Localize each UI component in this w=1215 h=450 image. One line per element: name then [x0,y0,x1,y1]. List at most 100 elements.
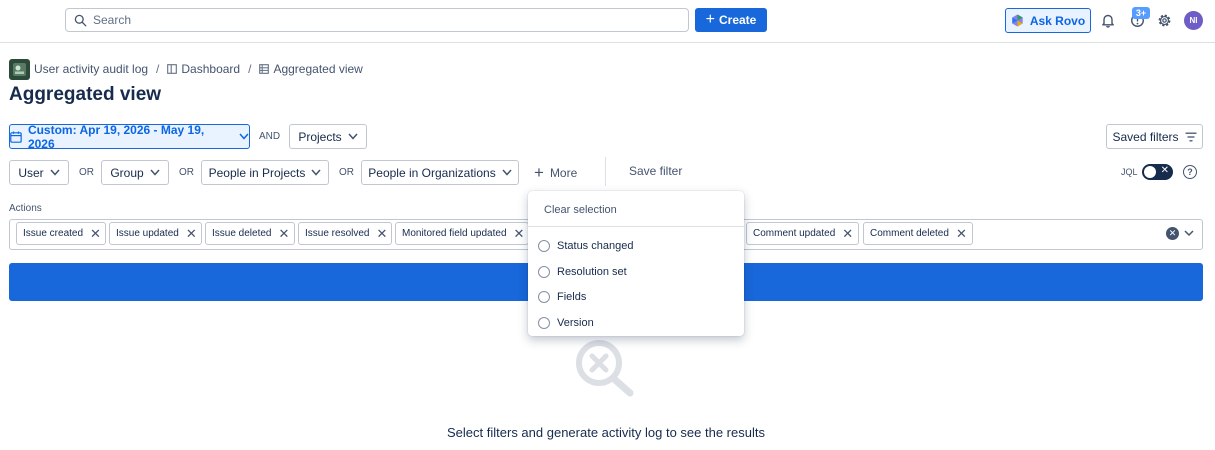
project-avatar-icon [9,58,30,80]
dashboard-icon [167,64,178,74]
breadcrumb-separator: / [156,62,160,76]
date-range-label: Custom: Apr 19, 2026 - May 19, 2026 [27,122,205,151]
clear-selection-button[interactable]: Clear selection [544,204,617,216]
breadcrumb: User activity audit log / Dashboard / Ag… [9,58,363,80]
action-chip-label: Issue updated [116,228,179,239]
or-conjunction: OR [179,167,194,178]
jql-toggle[interactable]: ✕ [1142,164,1173,180]
close-icon: ✕ [1160,165,1169,176]
user-filter-button[interactable]: User [9,160,69,185]
save-filter-button[interactable]: Save filter [629,164,682,178]
chevron-down-icon [50,169,60,176]
remove-chip-icon[interactable]: ✕ [279,227,290,240]
radio-button[interactable] [538,291,550,303]
notifications-bell-icon[interactable] [1100,12,1116,28]
create-button[interactable]: + Create [695,8,767,32]
action-chip: Monitored field updated ✕ [395,222,529,245]
user-avatar[interactable]: NI [1184,11,1203,30]
remove-chip-icon[interactable]: ✕ [956,227,967,240]
and-conjunction: AND [259,131,281,142]
breadcrumb-separator: / [248,62,252,76]
more-label: More [549,165,578,180]
plus-icon: + [705,11,715,28]
ask-rovo-label: Ask Rovo [1029,13,1086,28]
no-results-search-icon [576,340,634,397]
divider [528,226,744,227]
dropdown-option-label: Version [557,317,594,329]
date-range-picker[interactable]: Custom: Apr 19, 2026 - May 19, 2026 [9,122,250,151]
action-chip-label: Issue resolved [305,228,370,239]
empty-state-message: Select filters and generate activity log… [447,425,765,440]
jql-toggle-label: JQL [1121,167,1138,177]
chevron-down-icon [502,169,512,176]
chevron-down-icon [150,169,160,176]
search-icon [74,14,87,26]
chevron-down-icon [348,133,358,140]
more-filters-button[interactable]: + More [534,160,590,185]
create-label: Create [718,13,757,27]
remove-chip-icon[interactable]: ✕ [186,227,197,240]
remove-chip-icon[interactable]: ✕ [514,227,525,240]
plus-icon: + [534,163,544,182]
group-filter-label: Group [110,165,144,180]
help-icon[interactable]: ? [1183,165,1197,179]
radio-button[interactable] [538,317,550,329]
chevron-down-icon[interactable] [1183,227,1195,239]
notification-count-badge: 3+ [1132,7,1150,19]
projects-label: Projects [298,129,342,144]
people-in-organizations-filter-button[interactable]: People in Organizations [361,160,519,185]
or-conjunction: OR [79,167,94,178]
remove-chip-icon[interactable]: ✕ [376,227,387,240]
page-title: Aggregated view [9,84,162,105]
action-chip: Issue updated ✕ [109,222,202,245]
action-chip-label: Issue deleted [212,228,272,239]
user-filter-label: User [18,165,44,180]
radio-button[interactable] [538,240,550,252]
more-filters-dropdown: Clear selection Status changed Resolutio… [528,191,744,336]
radio-button[interactable] [538,266,550,278]
remove-chip-icon[interactable]: ✕ [842,227,853,240]
clear-all-icon[interactable]: ✕ [1166,227,1179,240]
action-chip: Issue created ✕ [16,222,106,245]
dropdown-option-fields[interactable]: Fields [538,288,586,306]
divider [605,157,606,186]
breadcrumb-item-dashboard[interactable]: Dashboard [167,62,240,76]
breadcrumb-dashboard-label: Dashboard [181,62,241,76]
search-field[interactable] [65,8,689,32]
actions-label: Actions [9,203,42,214]
action-chip-label: Comment deleted [870,228,949,239]
search-input[interactable] [93,13,673,27]
people-in-projects-filter-button[interactable]: People in Projects [201,160,329,185]
list-view-icon [259,64,270,74]
dropdown-option-label: Status changed [557,240,634,252]
ask-rovo-button[interactable]: Ask Rovo [1005,8,1091,33]
breadcrumb-item-project[interactable]: User activity audit log [34,62,148,76]
people-in-orgs-label: People in Organizations [368,165,496,180]
calendar-icon [10,131,22,143]
dropdown-option-label: Fields [557,291,587,303]
dropdown-option-label: Resolution set [557,266,627,278]
action-chip: Comment deleted ✕ [863,222,973,245]
saved-filters-button[interactable]: Saved filters [1106,124,1203,149]
action-chip: Issue deleted ✕ [205,222,295,245]
action-chip-label: Issue created [23,228,84,239]
saved-filters-label: Saved filters [1112,129,1179,144]
action-chip: Comment updated ✕ [746,222,859,245]
remove-chip-icon[interactable]: ✕ [90,227,101,240]
chevron-down-icon [311,169,321,176]
people-in-projects-label: People in Projects [208,165,306,180]
settings-gear-icon[interactable] [1156,12,1172,28]
rovo-icon [1012,14,1023,27]
breadcrumb-item-aggregated-view[interactable]: Aggregated view [259,62,363,76]
dropdown-option-resolution-set[interactable]: Resolution set [538,263,627,281]
dropdown-option-version[interactable]: Version [538,314,594,332]
group-filter-button[interactable]: Group [101,160,169,185]
breadcrumb-aggregated-label: Aggregated view [273,62,363,76]
or-conjunction: OR [339,167,354,178]
filter-lines-icon [1185,132,1197,141]
action-chip-label: Monitored field updated [402,228,507,239]
projects-filter-button[interactable]: Projects [289,124,367,149]
top-navigation-bar: + Create Ask Rovo 3+ NI [0,0,1215,43]
toggle-knob [1144,166,1156,178]
dropdown-option-status-changed[interactable]: Status changed [538,237,633,255]
